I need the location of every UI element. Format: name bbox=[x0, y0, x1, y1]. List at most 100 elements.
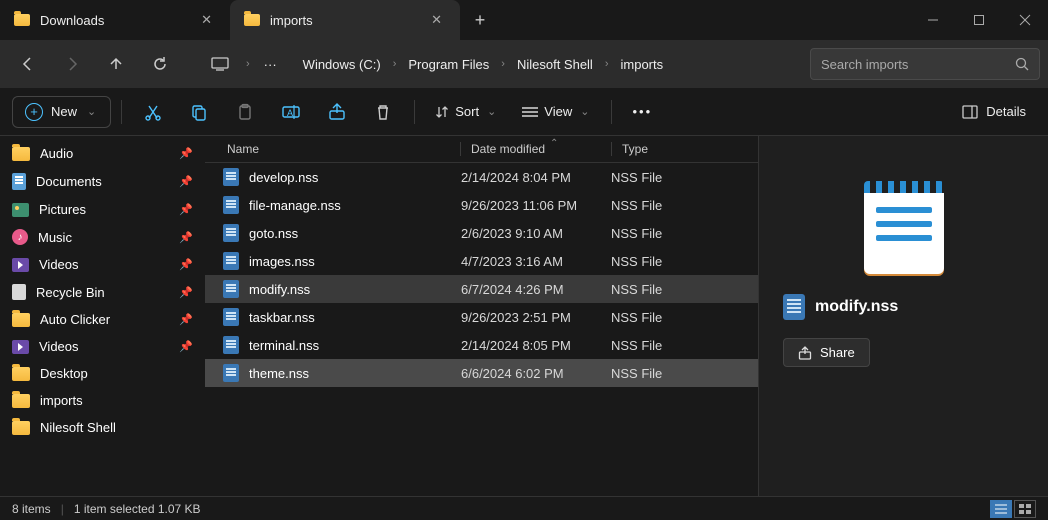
sidebar-item[interactable]: Videos📌 bbox=[0, 251, 205, 278]
breadcrumb-item[interactable]: Nilesoft Shell bbox=[509, 53, 601, 76]
view-thumbnails-toggle[interactable] bbox=[1014, 500, 1036, 518]
video-icon bbox=[12, 340, 29, 354]
breadcrumb-overflow[interactable]: ··· bbox=[256, 53, 285, 76]
sidebar-item-label: Audio bbox=[40, 146, 73, 161]
file-type: NSS File bbox=[611, 282, 721, 297]
close-icon[interactable]: ✕ bbox=[427, 12, 446, 28]
forward-button[interactable] bbox=[52, 46, 92, 82]
column-headers: Name ⌃ Date modified Type bbox=[205, 136, 758, 163]
plus-icon: + bbox=[25, 103, 43, 121]
sort-button[interactable]: Sort ⌄ bbox=[425, 98, 508, 125]
header-name[interactable]: Name bbox=[205, 142, 460, 156]
up-button[interactable] bbox=[96, 46, 136, 82]
pin-icon: 📌 bbox=[179, 258, 193, 271]
sidebar-item[interactable]: ♪ Music 📌 bbox=[0, 223, 205, 251]
chevron-right-icon: › bbox=[244, 58, 252, 70]
file-row[interactable]: modify.nss6/7/2024 4:26 PMNSS File bbox=[205, 275, 758, 303]
view-button[interactable]: View ⌄ bbox=[512, 98, 601, 125]
bin-icon bbox=[12, 284, 26, 300]
share-button[interactable]: Share bbox=[783, 338, 870, 367]
minimize-button[interactable] bbox=[910, 0, 956, 40]
file-date: 2/6/2023 9:10 AM bbox=[461, 226, 611, 241]
file-name: file-manage.nss bbox=[249, 198, 341, 213]
cut-button[interactable] bbox=[132, 94, 174, 130]
breadcrumb-item[interactable]: Program Files bbox=[400, 53, 497, 76]
share-button[interactable] bbox=[316, 94, 358, 130]
pin-icon: 📌 bbox=[179, 231, 193, 244]
search-placeholder: Search imports bbox=[821, 57, 1007, 72]
file-row[interactable]: goto.nss2/6/2023 9:10 AMNSS File bbox=[205, 219, 758, 247]
file-row[interactable]: images.nss4/7/2023 3:16 AMNSS File bbox=[205, 247, 758, 275]
sidebar-item[interactable]: imports bbox=[0, 387, 205, 414]
paste-button[interactable] bbox=[224, 94, 266, 130]
file-date: 6/6/2024 6:02 PM bbox=[461, 366, 611, 381]
delete-button[interactable] bbox=[362, 94, 404, 130]
file-row[interactable]: theme.nss6/6/2024 6:02 PMNSS File bbox=[205, 359, 758, 387]
sidebar-item[interactable]: Videos📌 bbox=[0, 333, 205, 360]
file-date: 2/14/2024 8:04 PM bbox=[461, 170, 611, 185]
breadcrumb: Windows (C:) › Program Files › Nilesoft … bbox=[289, 53, 798, 76]
title-bar: Downloads ✕ imports ✕ + bbox=[0, 0, 1048, 40]
file-icon bbox=[223, 364, 239, 382]
file-row[interactable]: develop.nss2/14/2024 8:04 PMNSS File bbox=[205, 163, 758, 191]
sidebar-item[interactable]: Auto Clicker📌 bbox=[0, 306, 205, 333]
view-icon bbox=[522, 106, 538, 118]
sidebar-item-label: Music bbox=[38, 230, 72, 245]
breadcrumb-item[interactable]: imports bbox=[613, 53, 672, 76]
sidebar-item[interactable]: Pictures📌 bbox=[0, 196, 205, 223]
main-content: Audio📌Documents📌Pictures📌♪Music📌Videos📌R… bbox=[0, 136, 1048, 496]
file-date: 4/7/2023 3:16 AM bbox=[461, 254, 611, 269]
details-button[interactable]: Details bbox=[952, 98, 1036, 125]
new-tab-button[interactable]: + bbox=[460, 0, 500, 40]
file-row[interactable]: terminal.nss2/14/2024 8:05 PMNSS File bbox=[205, 331, 758, 359]
chevron-down-icon: ⌄ bbox=[85, 105, 98, 118]
sidebar-item[interactable]: Audio📌 bbox=[0, 140, 205, 167]
chevron-down-icon: ⌄ bbox=[485, 105, 498, 118]
file-row[interactable]: file-manage.nss9/26/2023 11:06 PMNSS Fil… bbox=[205, 191, 758, 219]
file-icon bbox=[223, 252, 239, 270]
file-date: 2/14/2024 8:05 PM bbox=[461, 338, 611, 353]
tab-imports[interactable]: imports ✕ bbox=[230, 0, 460, 40]
file-type: NSS File bbox=[611, 226, 721, 241]
svg-text:A: A bbox=[287, 108, 293, 118]
copy-button[interactable] bbox=[178, 94, 220, 130]
more-button[interactable]: ••• bbox=[622, 98, 662, 125]
pc-icon[interactable] bbox=[200, 46, 240, 82]
rename-button[interactable]: A bbox=[270, 94, 312, 130]
pin-icon: 📌 bbox=[179, 203, 193, 216]
file-preview-icon bbox=[864, 181, 944, 276]
sidebar-item[interactable]: Desktop bbox=[0, 360, 205, 387]
search-icon bbox=[1015, 57, 1029, 71]
file-type: NSS File bbox=[611, 198, 721, 213]
search-input[interactable]: Search imports bbox=[810, 48, 1040, 80]
refresh-button[interactable] bbox=[140, 46, 180, 82]
sidebar-item[interactable]: Documents📌 bbox=[0, 167, 205, 196]
chevron-right-icon: › bbox=[391, 58, 399, 70]
nav-bar: › ··· Windows (C:) › Program Files › Nil… bbox=[0, 40, 1048, 88]
header-date[interactable]: Date modified bbox=[471, 142, 611, 156]
view-details-toggle[interactable] bbox=[990, 500, 1012, 518]
tab-downloads[interactable]: Downloads ✕ bbox=[0, 0, 230, 40]
sidebar-item-label: Nilesoft Shell bbox=[40, 420, 116, 435]
tab-label: imports bbox=[270, 13, 417, 28]
maximize-button[interactable] bbox=[956, 0, 1002, 40]
toolbar: + New ⌄ A Sort ⌄ View ⌄ ••• Details bbox=[0, 88, 1048, 136]
file-row[interactable]: taskbar.nss9/26/2023 2:51 PMNSS File bbox=[205, 303, 758, 331]
file-list: Name ⌃ Date modified Type develop.nss2/1… bbox=[205, 136, 758, 496]
sidebar-item-label: Desktop bbox=[40, 366, 88, 381]
chevron-right-icon: › bbox=[603, 58, 611, 70]
sidebar-item[interactable]: Recycle Bin📌 bbox=[0, 278, 205, 306]
breadcrumb-item[interactable]: Windows (C:) bbox=[295, 53, 389, 76]
sort-indicator-icon: ⌃ bbox=[550, 138, 558, 149]
file-icon bbox=[223, 308, 239, 326]
back-button[interactable] bbox=[8, 46, 48, 82]
sidebar-item[interactable]: Nilesoft Shell bbox=[0, 414, 205, 441]
music-icon: ♪ bbox=[12, 229, 28, 245]
close-icon[interactable]: ✕ bbox=[197, 12, 216, 28]
close-window-button[interactable] bbox=[1002, 0, 1048, 40]
new-button[interactable]: + New ⌄ bbox=[12, 96, 111, 128]
folder-icon bbox=[244, 14, 260, 26]
pic-icon bbox=[12, 203, 29, 217]
header-type[interactable]: Type bbox=[622, 142, 732, 156]
file-type: NSS File bbox=[611, 338, 721, 353]
